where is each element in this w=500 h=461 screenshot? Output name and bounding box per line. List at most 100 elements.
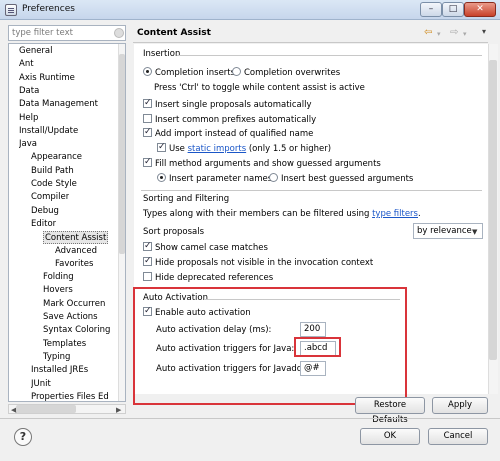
tree-item[interactable]: Editor [31,218,56,231]
tree-item[interactable]: Data [19,85,39,98]
tree-item[interactable]: Mark Occurren [43,298,105,311]
tree-item[interactable]: Save Actions [43,311,98,324]
period-text: . [417,209,421,219]
back-menu-icon[interactable]: ▾ [437,30,441,38]
checkbox-checked-icon[interactable] [143,240,152,252]
help-icon[interactable]: ? [14,428,32,446]
insert-param-names-radio[interactable]: Insert parameter names [157,173,272,185]
tree-item[interactable]: Help [19,112,38,125]
static-imports-checkbox[interactable]: Use static imports (only 1.5 or higher) [157,141,332,155]
sorting-divider-top [141,190,482,191]
tree-item[interactable]: Templates [43,338,86,351]
checkbox-checked-icon[interactable] [143,126,152,138]
tree-item[interactable]: Advanced [55,245,97,258]
page-title: Content Assist [137,28,211,38]
ok-button[interactable]: OK [360,428,420,445]
hide-invisible-label: Hide proposals not visible in the invoca… [155,258,374,268]
tree-item[interactable]: Code Style [31,178,77,191]
header-divider [133,42,488,43]
tree-item[interactable]: Appearance [31,151,82,164]
completion-overwrites-label: Completion overwrites [244,68,341,78]
cancel-button[interactable]: Cancel [428,428,488,445]
filter-input[interactable]: type filter text [8,25,126,41]
hide-invisible-checkbox[interactable]: Hide proposals not visible in the invoca… [143,255,374,269]
content-scroll-thumb[interactable] [489,60,497,360]
checkbox-icon[interactable] [143,114,152,123]
checkbox-checked-icon[interactable] [143,255,152,267]
checkbox-checked-icon[interactable] [143,156,152,168]
tree-item[interactable]: Build Path [31,165,74,178]
version-note: (only 1.5 or higher) [248,144,332,154]
checkbox-checked-icon[interactable] [143,97,152,109]
sorting-heading: Sorting and Filtering [143,194,230,204]
tree-item[interactable]: Syntax Coloring [43,324,110,337]
radio-selected-icon[interactable] [143,67,152,76]
use-label: Use [169,144,185,154]
toggle-hint: Press 'Ctrl' to toggle while content ass… [154,83,365,93]
insert-best-guessed-radio[interactable]: Insert best guessed arguments [269,173,413,185]
maximize-button[interactable]: □ [442,2,464,17]
radio-icon[interactable] [232,67,241,76]
tree-item[interactable]: Debug [31,205,59,218]
add-import-label: Add import instead of qualified name [155,129,314,139]
tree-item[interactable]: JUnit [31,378,51,391]
tree-item[interactable]: Folding [43,271,74,284]
types-text: Types along with their members can be fi… [143,209,370,219]
hide-deprecated-label: Hide deprecated references [155,273,274,283]
common-prefixes-label: Insert common prefixes automatically [155,115,317,125]
forward-menu-icon[interactable]: ▾ [463,30,467,38]
auto-activation-highlight [133,287,407,405]
radio-icon[interactable] [269,173,278,182]
tree-item[interactable]: Java [19,138,37,151]
insertion-heading: Insertion [143,49,181,59]
preferences-icon [5,4,17,16]
tree-item[interactable]: Install/Update [19,125,78,138]
forward-arrow-icon[interactable]: ⇨ [450,27,458,38]
type-filters-link[interactable]: type filters [372,209,418,219]
tree-item[interactable]: Axis Runtime [19,72,75,85]
camel-case-checkbox[interactable]: Show camel case matches [143,240,268,254]
tree-item[interactable]: Hovers [43,284,73,297]
chevron-down-icon[interactable]: ▼ [472,228,477,236]
tree-scroll-thumb[interactable] [119,54,125,254]
window-title: Preferences [22,4,75,14]
java-triggers-highlight [294,337,341,357]
completion-overwrites-radio[interactable]: Completion overwrites [232,67,340,79]
static-imports-link[interactable]: static imports [188,144,247,154]
restore-defaults-button[interactable]: Restore Defaults [355,397,425,425]
tree-item[interactable]: Data Management [19,98,98,111]
fill-method-checkbox[interactable]: Fill method arguments and show guessed a… [143,156,381,170]
radio-selected-icon[interactable] [157,173,166,182]
common-prefixes-checkbox[interactable]: Insert common prefixes automatically [143,114,316,126]
checkbox-checked-icon[interactable] [157,141,166,153]
checkbox-icon[interactable] [143,272,152,281]
footer-divider [0,418,500,419]
single-proposals-checkbox[interactable]: Insert single proposals automatically [143,97,312,111]
hide-deprecated-checkbox[interactable]: Hide deprecated references [143,272,273,284]
tree-hscroll-thumb[interactable] [16,405,76,413]
insert-param-names-label: Insert parameter names [169,174,273,184]
add-import-checkbox[interactable]: Add import instead of qualified name [143,126,314,140]
apply-button[interactable]: Apply [432,397,488,414]
scroll-right-icon[interactable]: ▶ [116,406,121,414]
tree-item[interactable]: Content Assist [43,231,109,245]
preference-tree[interactable]: General Ant Axis Runtime Data Data Managemen… [8,43,126,402]
tree-item[interactable]: Installed JREs [31,364,88,377]
type-filters-text: Types along with their members can be fi… [143,208,421,220]
completion-inserts-radio[interactable]: Completion inserts [143,67,235,79]
single-proposals-label: Insert single proposals automatically [155,100,312,110]
minimize-button[interactable]: – [420,2,442,17]
view-menu-icon[interactable]: ▾ [482,27,486,36]
completion-inserts-label: Completion inserts [155,68,236,78]
tree-item[interactable]: Compiler [31,191,69,204]
tree-item[interactable]: Favorites [55,258,93,271]
back-arrow-icon[interactable]: ⇦ [424,27,432,38]
tree-item[interactable]: General [19,45,53,58]
clear-filter-icon[interactable] [114,28,124,38]
close-button[interactable]: ✕ [464,2,496,17]
tree-item[interactable]: Ant [19,58,34,71]
insert-best-guessed-label: Insert best guessed arguments [281,174,414,184]
tree-item[interactable]: Typing [43,351,70,364]
tree-item[interactable]: Properties Files Ed [31,391,109,401]
insertion-divider [177,55,482,56]
